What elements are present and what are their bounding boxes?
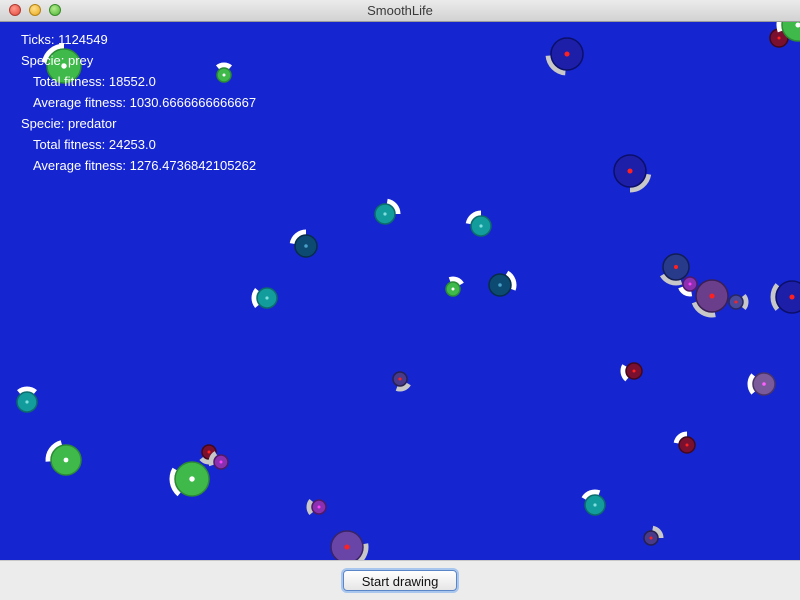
creature-core [688, 282, 692, 286]
prey-creature [374, 198, 401, 225]
predator-creature [673, 431, 696, 454]
creature-core [265, 296, 269, 300]
predator-creature [306, 498, 327, 516]
creature-core [789, 294, 795, 300]
creature-core [762, 382, 766, 386]
predator-creature [613, 154, 652, 193]
prey-creature [581, 489, 606, 516]
bottom-toolbar: Start drawing [0, 560, 800, 600]
creature-core [498, 283, 502, 287]
prey-creature [488, 270, 517, 297]
window-titlebar: SmoothLife [0, 0, 800, 22]
predator-creature [392, 371, 411, 392]
predator-creature [770, 280, 800, 314]
vision-arc [306, 498, 314, 516]
predator-specie-label: Specie: predator [21, 116, 117, 131]
creature-core [25, 400, 29, 404]
predator-creature [643, 525, 664, 546]
creature-core [398, 377, 402, 381]
creature-core [219, 460, 223, 464]
predator-creature [620, 362, 643, 382]
creature-core [207, 450, 211, 454]
vision-arc [741, 293, 749, 311]
creature-core [593, 503, 597, 507]
predator-creature [208, 451, 229, 470]
prey-creature [251, 287, 278, 309]
predator-average-fitness: Average fitness: 1276.4736842105262 [33, 158, 257, 173]
creature-core [383, 212, 387, 216]
prey-average-fitness: Average fitness: 1030.6666666666667 [33, 95, 257, 110]
start-drawing-button[interactable]: Start drawing [343, 570, 457, 591]
predator-creature [678, 276, 698, 297]
prey-specie-label: Specie: prey [21, 53, 94, 68]
predator-creature [545, 37, 584, 76]
creature-core [189, 476, 195, 482]
creature-core [304, 244, 308, 248]
ticks-counter: Ticks: 1124549 [21, 32, 108, 47]
creature-body [775, 280, 800, 314]
creature-core [317, 505, 321, 509]
prey-creature [169, 461, 210, 497]
creature-core [627, 168, 633, 174]
creature-core [63, 457, 69, 463]
predator-creature [330, 530, 369, 560]
creature-core [564, 51, 570, 57]
prey-total-fitness: Total fitness: 18552.0 [33, 74, 156, 89]
creature-core [685, 443, 689, 447]
predator-creature [728, 293, 749, 311]
creature-core [673, 264, 679, 270]
creature-core [649, 536, 653, 540]
prey-creature [16, 386, 38, 413]
simulation-canvas[interactable]: Ticks: 1124549 Specie: prey Total fitnes… [0, 22, 800, 560]
prey-creature [465, 210, 492, 237]
statistics-panel: Ticks: 1124549 Specie: prey Total fitnes… [21, 29, 256, 176]
creature-core [451, 287, 455, 291]
predator-creature [747, 372, 776, 396]
predator-total-fitness: Total fitness: 24253.0 [33, 137, 156, 152]
creature-core [344, 544, 350, 550]
predator-creature [691, 279, 729, 318]
creature-core [479, 224, 483, 228]
creature-core [632, 369, 636, 373]
prey-creature [289, 229, 318, 258]
window-title: SmoothLife [367, 3, 433, 18]
creature-core [709, 293, 715, 299]
prey-creature [45, 440, 82, 476]
prey-creature [445, 276, 464, 297]
creature-core [777, 36, 781, 40]
creature-core [734, 300, 738, 304]
